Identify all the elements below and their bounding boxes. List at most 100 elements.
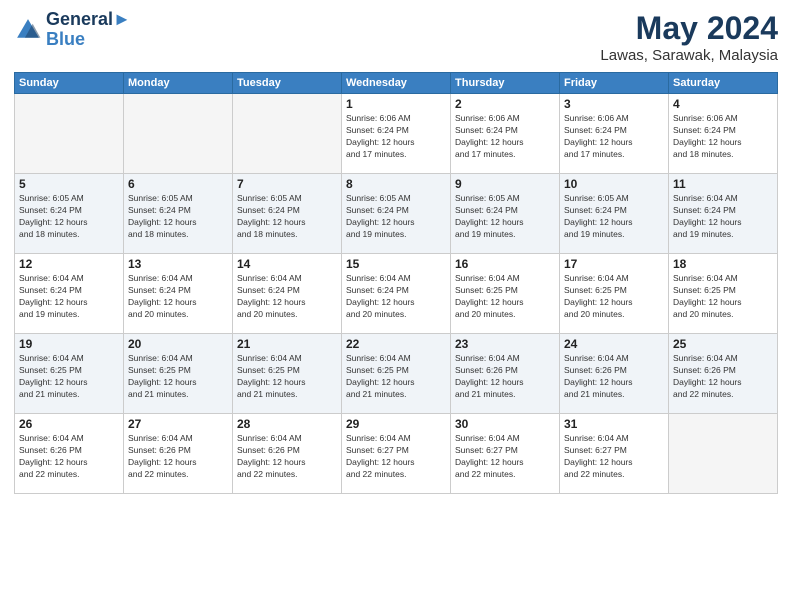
cell-info: Sunrise: 6:04 AM Sunset: 6:26 PM Dayligh… [564,353,664,401]
calendar-cell: 8 Sunrise: 6:05 AM Sunset: 6:24 PM Daylig… [342,174,451,254]
calendar-cell: 27 Sunrise: 6:04 AM Sunset: 6:26 PM Dayli… [124,414,233,494]
calendar-cell: 12 Sunrise: 6:04 AM Sunset: 6:24 PM Dayli… [15,254,124,334]
calendar-cell: 17 Sunrise: 6:04 AM Sunset: 6:25 PM Dayli… [560,254,669,334]
day-number: 21 [237,337,337,351]
calendar-cell: 20 Sunrise: 6:04 AM Sunset: 6:25 PM Dayli… [124,334,233,414]
header-sunday: Sunday [15,73,124,94]
cell-info: Sunrise: 6:04 AM Sunset: 6:25 PM Dayligh… [673,273,773,321]
day-number: 1 [346,97,446,111]
day-number: 29 [346,417,446,431]
calendar-cell [15,94,124,174]
day-number: 15 [346,257,446,271]
calendar-cell: 10Sunrise: 6:05 AM Sunset: 6:24 PM Dayli… [560,174,669,254]
cell-info: Sunrise: 6:04 AM Sunset: 6:24 PM Dayligh… [19,273,119,321]
calendar-week-row: 26Sunrise: 6:04 AM Sunset: 6:26 PM Dayli… [15,414,778,494]
day-number: 28 [237,417,337,431]
cell-info: Sunrise: 6:05 AM Sunset: 6:24 PM Dayligh… [564,193,664,241]
header-wednesday: Wednesday [342,73,451,94]
header-thursday: Thursday [451,73,560,94]
logo: General► Blue [14,10,131,50]
logo-line2: Blue [46,30,131,50]
calendar-cell: 14Sunrise: 6:04 AM Sunset: 6:24 PM Dayli… [233,254,342,334]
calendar-body: 1 Sunrise: 6:06 AM Sunset: 6:24 PM Daylig… [15,94,778,494]
cell-info: Sunrise: 6:04 AM Sunset: 6:26 PM Dayligh… [673,353,773,401]
calendar-week-row: 1 Sunrise: 6:06 AM Sunset: 6:24 PM Daylig… [15,94,778,174]
cell-info: Sunrise: 6:04 AM Sunset: 6:25 PM Dayligh… [564,273,664,321]
calendar-cell: 9 Sunrise: 6:05 AM Sunset: 6:24 PM Daylig… [451,174,560,254]
day-number: 9 [455,177,555,191]
day-number: 4 [673,97,773,111]
calendar-cell: 23 Sunrise: 6:04 AM Sunset: 6:26 PM Dayli… [451,334,560,414]
cell-info: Sunrise: 6:04 AM Sunset: 6:26 PM Dayligh… [237,433,337,481]
cell-info: Sunrise: 6:05 AM Sunset: 6:24 PM Dayligh… [346,193,446,241]
calendar-cell: 25Sunrise: 6:04 AM Sunset: 6:26 PM Dayli… [669,334,778,414]
calendar-cell: 26Sunrise: 6:04 AM Sunset: 6:26 PM Dayli… [15,414,124,494]
calendar-cell: 30Sunrise: 6:04 AM Sunset: 6:27 PM Dayli… [451,414,560,494]
page: General► Blue May 2024 Lawas, Sarawak, M… [0,0,792,612]
day-number: 7 [237,177,337,191]
calendar-cell: 29 Sunrise: 6:04 AM Sunset: 6:27 PM Dayli… [342,414,451,494]
cell-info: Sunrise: 6:04 AM Sunset: 6:26 PM Dayligh… [128,433,228,481]
header-monday: Monday [124,73,233,94]
cell-info: Sunrise: 6:05 AM Sunset: 6:24 PM Dayligh… [455,193,555,241]
day-number: 18 [673,257,773,271]
day-number: 20 [128,337,228,351]
main-title: May 2024 [600,10,778,47]
cell-info: Sunrise: 6:04 AM Sunset: 6:24 PM Dayligh… [128,273,228,321]
header-friday: Friday [560,73,669,94]
cell-info: Sunrise: 6:06 AM Sunset: 6:24 PM Dayligh… [673,113,773,161]
day-number: 17 [564,257,664,271]
cell-info: Sunrise: 6:04 AM Sunset: 6:26 PM Dayligh… [455,353,555,401]
calendar-cell: 31 Sunrise: 6:04 AM Sunset: 6:27 PM Dayli… [560,414,669,494]
cell-info: Sunrise: 6:04 AM Sunset: 6:25 PM Dayligh… [346,353,446,401]
day-number: 6 [128,177,228,191]
day-number: 3 [564,97,664,111]
cell-info: Sunrise: 6:04 AM Sunset: 6:27 PM Dayligh… [564,433,664,481]
day-number: 27 [128,417,228,431]
day-number: 2 [455,97,555,111]
cell-info: Sunrise: 6:05 AM Sunset: 6:24 PM Dayligh… [19,193,119,241]
day-number: 23 [455,337,555,351]
logo-text: General► Blue [46,10,131,50]
day-number: 31 [564,417,664,431]
calendar-header: Sunday Monday Tuesday Wednesday Thursday… [15,73,778,94]
cell-info: Sunrise: 6:04 AM Sunset: 6:24 PM Dayligh… [237,273,337,321]
calendar-cell: 16Sunrise: 6:04 AM Sunset: 6:25 PM Dayli… [451,254,560,334]
header-saturday: Saturday [669,73,778,94]
cell-info: Sunrise: 6:04 AM Sunset: 6:27 PM Dayligh… [346,433,446,481]
calendar-cell [124,94,233,174]
day-number: 30 [455,417,555,431]
calendar-cell: 6Sunrise: 6:05 AM Sunset: 6:24 PM Daylig… [124,174,233,254]
day-number: 22 [346,337,446,351]
title-section: May 2024 Lawas, Sarawak, Malaysia [600,10,778,64]
calendar-cell: 11Sunrise: 6:04 AM Sunset: 6:24 PM Dayli… [669,174,778,254]
calendar-cell: 1 Sunrise: 6:06 AM Sunset: 6:24 PM Daylig… [342,94,451,174]
cell-info: Sunrise: 6:04 AM Sunset: 6:25 PM Dayligh… [19,353,119,401]
cell-info: Sunrise: 6:04 AM Sunset: 6:24 PM Dayligh… [673,193,773,241]
cell-info: Sunrise: 6:06 AM Sunset: 6:24 PM Dayligh… [564,113,664,161]
calendar-cell [669,414,778,494]
cell-info: Sunrise: 6:06 AM Sunset: 6:24 PM Dayligh… [346,113,446,161]
cell-info: Sunrise: 6:04 AM Sunset: 6:25 PM Dayligh… [455,273,555,321]
calendar-cell: 15Sunrise: 6:04 AM Sunset: 6:24 PM Dayli… [342,254,451,334]
header: General► Blue May 2024 Lawas, Sarawak, M… [14,10,778,64]
calendar-table: Sunday Monday Tuesday Wednesday Thursday… [14,72,778,494]
calendar-cell: 21Sunrise: 6:04 AM Sunset: 6:25 PM Dayli… [233,334,342,414]
cell-info: Sunrise: 6:06 AM Sunset: 6:24 PM Dayligh… [455,113,555,161]
calendar-week-row: 12 Sunrise: 6:04 AM Sunset: 6:24 PM Dayli… [15,254,778,334]
calendar-cell: 7 Sunrise: 6:05 AM Sunset: 6:24 PM Daylig… [233,174,342,254]
day-number: 13 [128,257,228,271]
day-number: 12 [19,257,119,271]
weekday-header-row: Sunday Monday Tuesday Wednesday Thursday… [15,73,778,94]
calendar-cell: 13 Sunrise: 6:04 AM Sunset: 6:24 PM Dayli… [124,254,233,334]
day-number: 5 [19,177,119,191]
day-number: 8 [346,177,446,191]
logo-icon [14,16,42,44]
cell-info: Sunrise: 6:04 AM Sunset: 6:25 PM Dayligh… [128,353,228,401]
cell-info: Sunrise: 6:04 AM Sunset: 6:26 PM Dayligh… [19,433,119,481]
calendar-cell: 22 Sunrise: 6:04 AM Sunset: 6:25 PM Dayli… [342,334,451,414]
day-number: 19 [19,337,119,351]
cell-info: Sunrise: 6:05 AM Sunset: 6:24 PM Dayligh… [237,193,337,241]
header-tuesday: Tuesday [233,73,342,94]
calendar-cell: 2 Sunrise: 6:06 AM Sunset: 6:24 PM Daylig… [451,94,560,174]
